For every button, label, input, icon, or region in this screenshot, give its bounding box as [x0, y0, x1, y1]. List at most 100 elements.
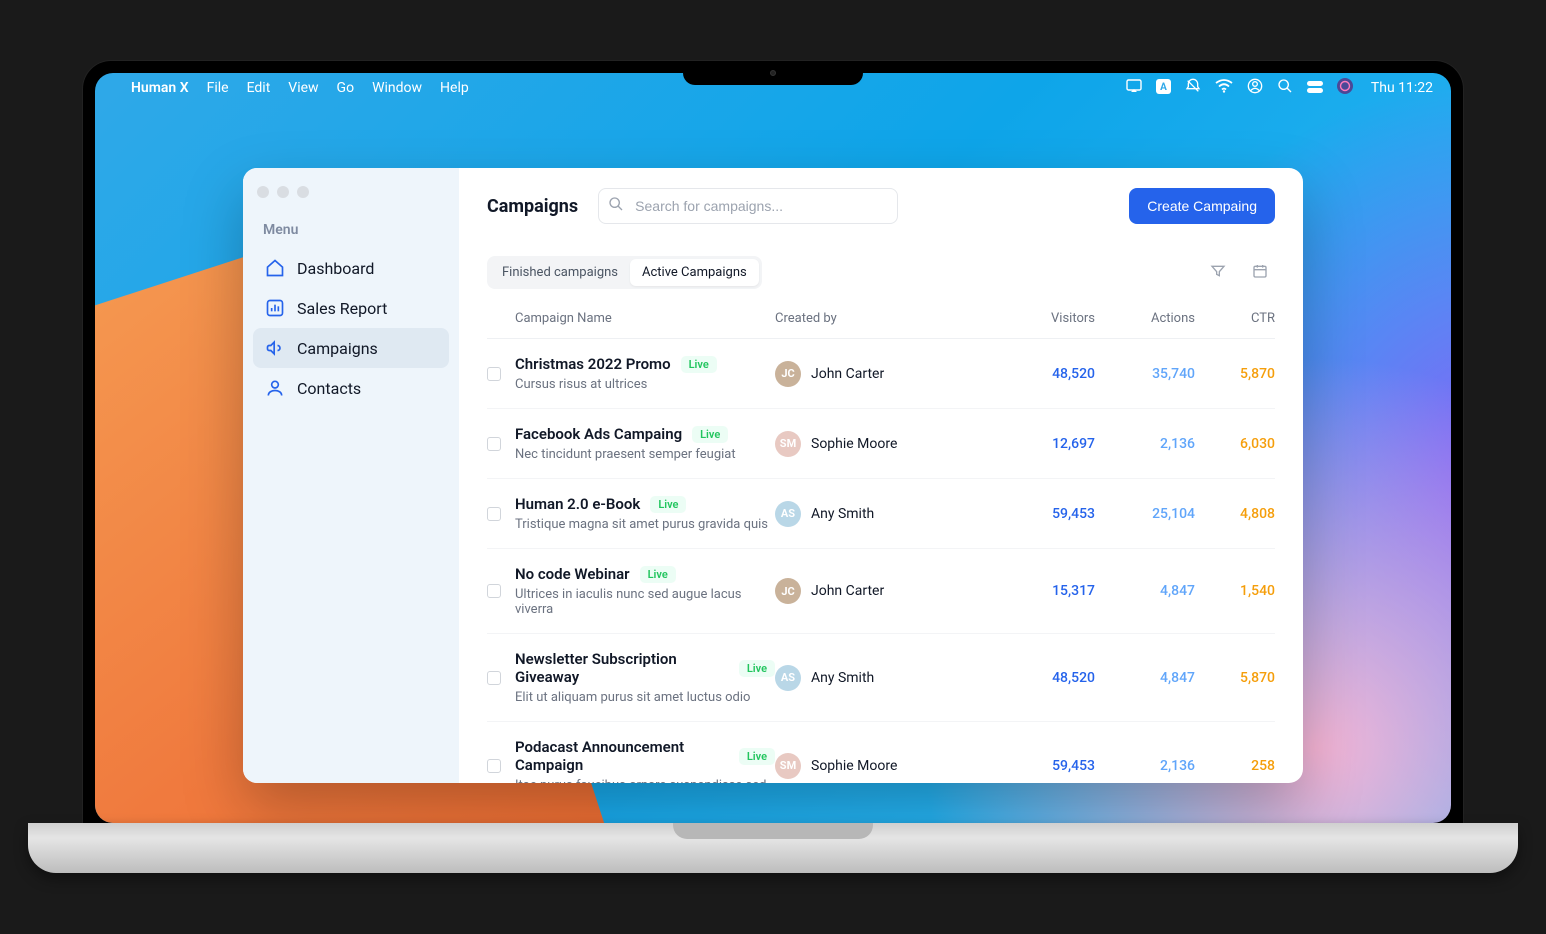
ctr-value: 5,870 — [1195, 670, 1275, 686]
campaign-subtitle: Itae purus faucibus ornare suspendisse s… — [515, 778, 775, 783]
menubar-item-window[interactable]: Window — [372, 80, 422, 96]
calendar-icon — [1252, 263, 1268, 283]
sidebar: Menu Dashboard Sales Report — [243, 168, 459, 783]
mute-icon[interactable] — [1185, 78, 1201, 98]
visitors-value: 15,317 — [995, 583, 1095, 599]
campaign-title: Podacast Announcement Campaign — [515, 738, 729, 774]
visitors-value: 59,453 — [995, 506, 1095, 522]
actions-value: 2,136 — [1095, 758, 1195, 774]
menubar-item-go[interactable]: Go — [337, 80, 355, 96]
main-content: Campaigns Create Campaing — [459, 168, 1303, 783]
main-header: Campaigns Create Campaing — [487, 188, 1275, 224]
actions-value: 4,847 — [1095, 583, 1195, 599]
visitors-value: 12,697 — [995, 436, 1095, 452]
sidebar-item-label: Campaigns — [297, 339, 378, 358]
search-input[interactable] — [598, 188, 898, 224]
spotlight-icon[interactable] — [1277, 78, 1293, 98]
ctr-value: 1,540 — [1195, 583, 1275, 599]
visitors-value: 48,520 — [995, 366, 1095, 382]
tab-active-campaigns[interactable]: Active Campaigns — [630, 259, 759, 286]
creator-name: Any Smith — [811, 506, 874, 522]
row-checkbox[interactable] — [487, 584, 501, 598]
actions-value: 25,104 — [1095, 506, 1195, 522]
traffic-light-zoom[interactable] — [297, 186, 309, 198]
sidebar-section-label: Menu — [253, 216, 449, 248]
ctr-value: 258 — [1195, 758, 1275, 774]
ctr-value: 4,808 — [1195, 506, 1275, 522]
visitors-value: 59,453 — [995, 758, 1095, 774]
avatar: SM — [775, 431, 801, 457]
menubar-app-name[interactable]: Human X — [131, 80, 189, 96]
status-badge: Live — [640, 566, 676, 583]
user-icon[interactable] — [1247, 78, 1263, 98]
bar-chart-icon — [265, 298, 285, 318]
table-row[interactable]: No code Webinar Live Ultrices in iaculis… — [487, 549, 1275, 634]
menubar-item-file[interactable]: File — [207, 80, 229, 96]
filter-button[interactable] — [1203, 258, 1233, 288]
table-row[interactable]: Podacast Announcement Campaign Live Itae… — [487, 722, 1275, 783]
traffic-light-minimize[interactable] — [277, 186, 289, 198]
status-badge: Live — [692, 426, 728, 443]
sidebar-item-sales-report[interactable]: Sales Report — [253, 288, 449, 328]
th-ctr: CTR — [1195, 311, 1275, 326]
avatar: JC — [775, 578, 801, 604]
campaign-title: Facebook Ads Campaing — [515, 425, 682, 443]
sidebar-item-label: Sales Report — [297, 299, 387, 318]
row-checkbox[interactable] — [487, 437, 501, 451]
sidebar-item-campaigns[interactable]: Campaigns — [253, 328, 449, 368]
segmented-tabs: Finished campaigns Active Campaigns — [487, 256, 762, 289]
avatar: AS — [775, 665, 801, 691]
campaign-subtitle: Elit ut aliquam purus sit amet luctus od… — [515, 690, 775, 705]
laptop-notch — [683, 61, 863, 85]
creator-name: John Carter — [811, 583, 884, 599]
sidebar-item-contacts[interactable]: Contacts — [253, 368, 449, 408]
menubar-item-edit[interactable]: Edit — [247, 80, 271, 96]
status-badge: Live — [681, 356, 717, 373]
menubar-item-view[interactable]: View — [288, 80, 318, 96]
traffic-light-close[interactable] — [257, 186, 269, 198]
table-body: Christmas 2022 Promo Live Cursus risus a… — [487, 339, 1275, 783]
campaign-subtitle: Nec tincidunt praesent semper feugiat — [515, 447, 775, 462]
screen-mirroring-icon[interactable] — [1126, 79, 1142, 97]
th-campaign-name: Campaign Name — [515, 311, 775, 326]
row-checkbox[interactable] — [487, 367, 501, 381]
control-center-icon[interactable] — [1307, 79, 1323, 97]
creator-name: John Carter — [811, 366, 884, 382]
table-row[interactable]: Human 2.0 e-Book Live Tristique magna si… — [487, 479, 1275, 549]
menubar-clock[interactable]: Thu 11:22 — [1371, 80, 1433, 96]
page-title: Campaigns — [487, 196, 578, 217]
avatar: JC — [775, 361, 801, 387]
table-row[interactable]: Facebook Ads Campaing Live Nec tincidunt… — [487, 409, 1275, 479]
desktop-wallpaper: Human X File Edit View Go Window Help A — [95, 73, 1451, 823]
input-source-icon[interactable]: A — [1156, 79, 1171, 98]
ctr-value: 6,030 — [1195, 436, 1275, 452]
th-visitors: Visitors — [995, 311, 1095, 326]
th-created-by: Created by — [775, 311, 995, 326]
tab-finished-campaigns[interactable]: Finished campaigns — [490, 259, 630, 286]
megaphone-icon — [265, 338, 285, 358]
campaign-subtitle: Ultrices in iaculis nunc sed augue lacus… — [515, 587, 775, 617]
campaign-title: No code Webinar — [515, 565, 630, 583]
siri-icon[interactable] — [1337, 78, 1353, 98]
camera-dot — [770, 70, 776, 76]
row-checkbox[interactable] — [487, 759, 501, 773]
calendar-button[interactable] — [1245, 258, 1275, 288]
avatar: AS — [775, 501, 801, 527]
wifi-icon[interactable] — [1215, 79, 1233, 97]
row-checkbox[interactable] — [487, 671, 501, 685]
window-traffic-lights — [253, 182, 449, 216]
search-wrap — [598, 188, 898, 224]
sidebar-item-dashboard[interactable]: Dashboard — [253, 248, 449, 288]
menubar-item-help[interactable]: Help — [440, 80, 469, 96]
table-row[interactable]: Newsletter Subscription Giveaway Live El… — [487, 634, 1275, 722]
table-header: Campaign Name Created by Visitors Action… — [487, 299, 1275, 339]
actions-value: 4,847 — [1095, 670, 1195, 686]
table-row[interactable]: Christmas 2022 Promo Live Cursus risus a… — [487, 339, 1275, 409]
campaign-title: Newsletter Subscription Giveaway — [515, 650, 729, 686]
actions-value: 2,136 — [1095, 436, 1195, 452]
th-actions: Actions — [1095, 311, 1195, 326]
create-campaign-button[interactable]: Create Campaing — [1129, 188, 1275, 224]
svg-text:A: A — [1160, 82, 1167, 93]
ctr-value: 5,870 — [1195, 366, 1275, 382]
row-checkbox[interactable] — [487, 507, 501, 521]
